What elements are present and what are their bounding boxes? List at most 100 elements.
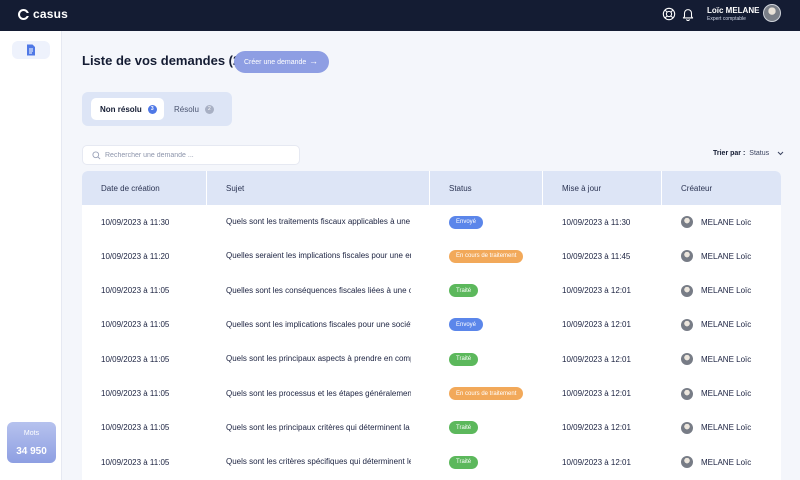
created-cell: 10/09/2023 à 11:30 [101, 217, 170, 227]
column-header-created[interactable]: Date de création [82, 171, 207, 205]
table-row[interactable]: 10/09/2023 à 11:05 Quelles sont les impli… [82, 308, 781, 342]
status-cell: En cours de traitement [449, 377, 549, 411]
status-badge: Traité [449, 352, 479, 366]
sidebar-item-requests[interactable] [12, 41, 50, 59]
word-credit-card: Mots 34 950 [7, 422, 56, 463]
creator-cell: MELANE Loïc [681, 308, 781, 342]
created-cell: 10/09/2023 à 11:05 [101, 423, 170, 433]
updated-cell: 10/09/2023 à 12:01 [562, 286, 631, 296]
user-avatar[interactable] [763, 4, 781, 22]
avatar [681, 216, 693, 228]
user-role: Expert comptable [707, 16, 746, 22]
avatar [681, 318, 693, 331]
updated-cell: 10/09/2023 à 11:45 [562, 251, 631, 261]
column-header-status[interactable]: Status [430, 171, 543, 205]
logo-mark-icon [18, 8, 29, 20]
created-cell: 10/09/2023 à 11:05 [101, 389, 170, 398]
table-row[interactable]: 10/09/2023 à 11:05 Quels sont les process… [82, 377, 781, 411]
search-icon [92, 151, 101, 160]
tab-unresolved-label: Non résolu [100, 104, 142, 114]
subject-cell: Quelles seraient les implications fiscal… [226, 239, 411, 273]
table-row[interactable]: 10/09/2023 à 11:05 Quels sont les princip… [82, 342, 781, 376]
creator-name: MELANE Loïc [701, 286, 752, 296]
updated-cell: 10/09/2023 à 12:01 [562, 389, 631, 398]
avatar [681, 456, 693, 469]
subject-cell: Quels sont les processus et les étapes g… [226, 377, 411, 411]
create-request-button[interactable]: Créer une demande → [234, 51, 329, 73]
support-icon[interactable] [662, 7, 676, 21]
status-cell: Traité [449, 342, 549, 376]
tab-resolved-count: 2 [204, 104, 214, 114]
column-header-updated[interactable]: Mise à jour [543, 171, 662, 205]
search-box [82, 145, 300, 165]
created-cell: 10/09/2023 à 11:05 [101, 286, 170, 296]
created-cell: 10/09/2023 à 11:05 [101, 457, 170, 467]
requests-table: Date de création Sujet Status Mise à jou… [82, 171, 781, 480]
creator-name: MELANE Loïc [701, 354, 752, 364]
creator-name: MELANE Loïc [701, 457, 752, 467]
sidebar: Mots 34 950 [0, 31, 62, 480]
status-cell: Envoyé [449, 308, 549, 342]
subject-cell: Quels sont les critères spécifiques qui … [226, 445, 411, 479]
status-cell: Envoyé [449, 205, 549, 239]
status-cell: En cours de traitement [449, 239, 549, 273]
tab-resolved-label: Résolu [174, 104, 199, 114]
tab-resolved[interactable]: Résolu 2 [174, 98, 228, 120]
updated-cell: 10/09/2023 à 12:01 [562, 423, 631, 433]
status-badge: Envoyé [449, 318, 484, 332]
status-badge: En cours de traitement [449, 249, 524, 263]
updated-cell: 10/09/2023 à 12:01 [562, 354, 631, 364]
status-badge: Traité [449, 455, 479, 469]
sort-control[interactable]: Trier par : Status [713, 150, 784, 157]
subject-cell: Quels sont les traitements fiscaux appli… [226, 205, 411, 239]
created-cell: 10/09/2023 à 11:05 [101, 354, 170, 364]
table-header: Date de création Sujet Status Mise à jou… [82, 171, 781, 205]
creator-name: MELANE Loïc [701, 217, 752, 227]
status-cell: Traité [449, 274, 549, 308]
table-row[interactable]: 10/09/2023 à 11:30 Quels sont les traitem… [82, 205, 781, 239]
status-badge: Envoyé [449, 215, 484, 229]
avatar [681, 421, 693, 434]
user-info[interactable]: Loïc MELANE Expert comptable [707, 6, 759, 23]
subject-text: Quelles seraient les implications fiscal… [226, 251, 411, 261]
sort-label: Trier par : [713, 150, 746, 157]
tab-unresolved[interactable]: Non résolu 3 [91, 98, 164, 120]
subject-text: Quels sont les principaux aspects à pren… [226, 354, 411, 364]
creator-name: MELANE Loïc [701, 320, 752, 330]
tab-unresolved-count: 3 [147, 104, 157, 114]
subject-text: Quels sont les principaux critères qui d… [226, 422, 410, 432]
column-header-creator[interactable]: Créateur [662, 171, 781, 205]
status-badge: Traité [449, 421, 479, 435]
status-cell: Traité [449, 445, 549, 479]
created-cell: 10/09/2023 à 11:20 [101, 251, 170, 261]
status-badge: Traité [449, 284, 479, 298]
table-row[interactable]: 10/09/2023 à 11:20 Quelles seraient les i… [82, 239, 781, 273]
avatar [681, 284, 693, 297]
table-row[interactable]: 10/09/2023 à 11:05 Quelles sont les consé… [82, 274, 781, 308]
creator-cell: MELANE Loïc [681, 239, 781, 273]
updated-cell: 10/09/2023 à 12:01 [562, 457, 631, 467]
app-logo[interactable]: casus [18, 7, 68, 21]
bell-icon[interactable] [681, 7, 695, 21]
word-credit-value: 34 950 [16, 446, 47, 457]
creator-cell: MELANE Loïc [681, 342, 781, 376]
subject-text: Quels sont les processus et les étapes g… [226, 388, 411, 398]
subject-text: Quelles sont les implications fiscales p… [226, 319, 411, 329]
table-row[interactable]: 10/09/2023 à 11:05 Quels sont les critère… [82, 445, 781, 479]
updated-cell: 10/09/2023 à 11:30 [562, 217, 631, 227]
table-row[interactable]: 10/09/2023 à 11:05 Quels sont les princip… [82, 411, 781, 445]
search-input[interactable] [105, 148, 295, 163]
creator-name: MELANE Loïc [701, 389, 752, 398]
avatar [681, 250, 693, 263]
status-tabs: Non résolu 3 Résolu 2 [82, 92, 232, 126]
created-cell: 10/09/2023 à 11:05 [101, 320, 170, 330]
column-header-subject[interactable]: Sujet [207, 171, 430, 205]
subject-cell: Quelles sont les conséquences fiscales l… [226, 274, 411, 308]
creator-name: MELANE Loïc [701, 251, 752, 261]
creator-name: MELANE Loïc [701, 423, 752, 433]
creator-cell: MELANE Loïc [681, 274, 781, 308]
arrow-right-icon: → [309, 56, 318, 66]
creator-cell: MELANE Loïc [681, 411, 781, 445]
subject-text: Quels sont les critères spécifiques qui … [226, 457, 411, 467]
avatar [681, 387, 693, 400]
